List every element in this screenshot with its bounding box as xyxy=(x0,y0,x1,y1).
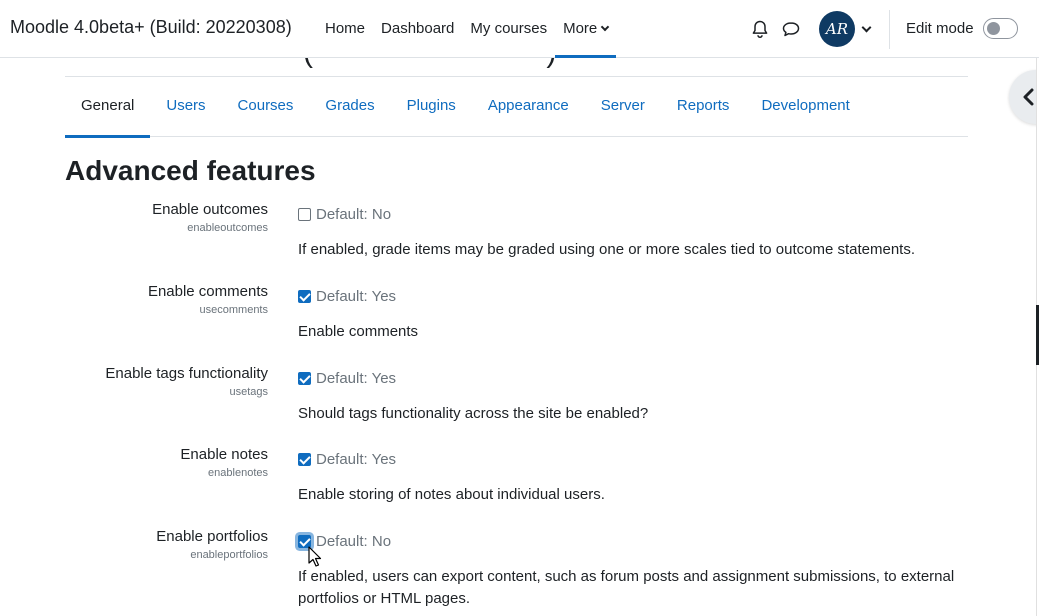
navbar-divider xyxy=(889,10,890,49)
default-value: Default: Yes xyxy=(316,450,397,468)
setting-label: Enable comments usecomments xyxy=(148,283,268,316)
usetags-checkbox[interactable] xyxy=(298,371,311,385)
chevron-down-icon[interactable] xyxy=(861,22,872,33)
default-value: Default: Yes xyxy=(316,369,397,387)
primary-navigation: Home Dashboard My courses More xyxy=(317,0,617,58)
setting-key: usetags xyxy=(229,386,268,398)
enableoutcomes-checkbox[interactable] xyxy=(298,207,311,221)
tab-server[interactable]: Server xyxy=(585,77,661,137)
setting-title[interactable]: Enable portfolios xyxy=(156,528,268,545)
tab-plugins[interactable]: Plugins xyxy=(391,77,472,137)
setting-description: If enabled, grade items may be graded us… xyxy=(298,241,916,258)
setting-title[interactable]: Enable outcomes xyxy=(152,201,268,218)
nav-my-courses-label: My courses xyxy=(470,20,548,37)
mouse-pointer-icon xyxy=(308,546,322,573)
setting-description: Enable comments xyxy=(298,323,419,340)
setting-label: Enable tags functionality usetags xyxy=(105,365,268,398)
open-block-drawer-button[interactable] xyxy=(1009,70,1039,124)
tab-grades[interactable]: Grades xyxy=(309,77,390,137)
setting-title[interactable]: Enable comments xyxy=(148,283,268,300)
setting-key: enableportfolios xyxy=(190,549,268,561)
setting-description: If enabled, users can export content, su… xyxy=(298,568,955,607)
clipped-heading-glyphs: ( ) xyxy=(303,58,556,70)
setting-label: Enable portfolios enableportfolios xyxy=(156,528,268,561)
edit-mode-label: Edit mode xyxy=(906,20,974,37)
setting-label: Enable notes enablenotes xyxy=(180,446,268,479)
nav-more-dropdown[interactable]: More xyxy=(555,0,617,58)
usecomments-checkbox[interactable] xyxy=(298,289,311,303)
tab-reports[interactable]: Reports xyxy=(661,77,746,137)
chat-icon[interactable] xyxy=(780,18,802,40)
tab-appearance[interactable]: Appearance xyxy=(472,77,585,137)
nav-dashboard[interactable]: Dashboard xyxy=(373,0,462,58)
scrolled-heading-remnant: ( ) xyxy=(65,58,968,76)
nav-more-label: More xyxy=(563,20,598,37)
setting-description: Should tags functionality across the sit… xyxy=(298,405,649,422)
setting-key: enableoutcomes xyxy=(187,222,268,234)
setting-control: Default: Yes xyxy=(298,286,396,306)
setting-title[interactable]: Enable notes xyxy=(180,446,268,463)
page-title: Advanced features xyxy=(65,155,316,186)
default-value: Default: No xyxy=(316,205,392,223)
avatar[interactable]: AR xyxy=(819,11,855,47)
toggle-knob xyxy=(987,22,1000,35)
chevron-down-icon xyxy=(601,22,610,32)
setting-control: Default: Yes xyxy=(298,449,396,469)
default-value: Default: Yes xyxy=(316,287,397,305)
admin-tabs: General Users Courses Grades Plugins App… xyxy=(65,77,968,138)
nav-home-label: Home xyxy=(325,20,366,37)
setting-title[interactable]: Enable tags functionality xyxy=(105,365,268,382)
setting-description: Enable storing of notes about individual… xyxy=(298,486,605,503)
setting-control: Default: Yes xyxy=(298,368,396,388)
bell-icon[interactable] xyxy=(749,18,771,40)
enablenotes-checkbox[interactable] xyxy=(298,452,311,466)
tab-courses[interactable]: Courses xyxy=(222,77,310,137)
site-brand[interactable]: Moodle 4.0beta+ (Build: 20220308) xyxy=(10,17,292,38)
nav-home[interactable]: Home xyxy=(317,0,373,58)
nav-my-courses[interactable]: My courses xyxy=(462,0,555,58)
setting-key: enablenotes xyxy=(208,467,268,479)
setting-control: Default: No xyxy=(298,204,391,224)
nav-dashboard-label: Dashboard xyxy=(381,20,455,37)
tab-users[interactable]: Users xyxy=(150,77,221,137)
top-navbar: Moodle 4.0beta+ (Build: 20220308) Home D… xyxy=(0,0,1039,58)
setting-key: usecomments xyxy=(199,304,268,316)
default-value: Default: No xyxy=(316,532,392,550)
setting-label: Enable outcomes enableoutcomes xyxy=(152,201,268,234)
edit-mode-toggle[interactable] xyxy=(983,18,1018,39)
tab-general[interactable]: General xyxy=(65,77,151,138)
chevron-left-icon xyxy=(1023,88,1034,106)
tab-development[interactable]: Development xyxy=(745,77,865,137)
